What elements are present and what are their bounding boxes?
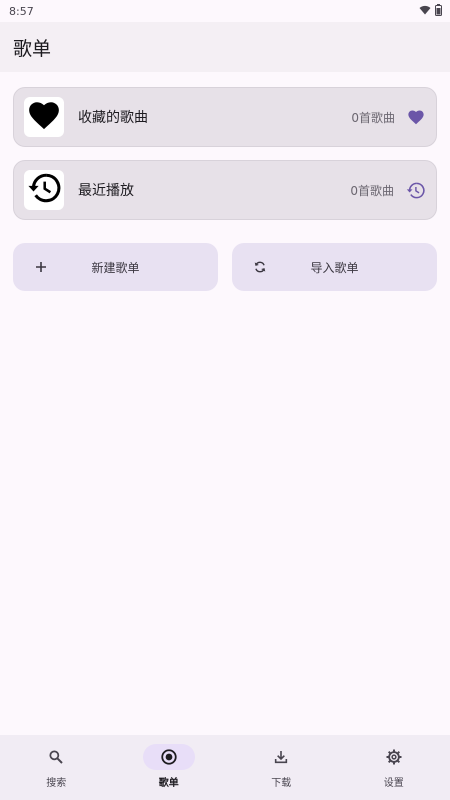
status-bar: 8:57 bbox=[0, 0, 450, 22]
wifi-icon bbox=[419, 5, 431, 18]
nav-item-downloads[interactable]: 下载 bbox=[225, 735, 338, 800]
import-playlist-button[interactable]: 导入歌单 bbox=[232, 243, 437, 291]
heart-icon bbox=[407, 109, 425, 125]
nav-item-search[interactable]: 搜索 bbox=[0, 735, 113, 800]
history-icon bbox=[27, 171, 61, 209]
top-app-bar: 歌单 bbox=[0, 22, 450, 72]
page-title: 歌单 bbox=[13, 37, 52, 60]
heart-icon bbox=[27, 99, 61, 135]
playlist-thumbnail bbox=[24, 97, 64, 137]
playlist-card-favorites[interactable]: 收藏的歌曲 0首歌曲 bbox=[13, 87, 437, 147]
sync-icon bbox=[251, 258, 269, 276]
gear-icon bbox=[368, 744, 420, 770]
nav-label-settings: 设置 bbox=[383, 778, 404, 789]
battery-icon bbox=[435, 3, 442, 19]
playlist-title: 最近播放 bbox=[78, 183, 134, 199]
new-playlist-button[interactable]: 新建歌单 bbox=[13, 243, 218, 291]
status-icons bbox=[419, 3, 442, 19]
nav-item-settings[interactable]: 设置 bbox=[338, 735, 450, 800]
nav-label-downloads: 下载 bbox=[271, 778, 292, 789]
playlist-title: 收藏的歌曲 bbox=[78, 110, 148, 126]
search-icon bbox=[30, 744, 82, 770]
playlist-song-count: 0首歌曲 bbox=[351, 110, 395, 125]
bottom-navigation: 搜索 歌单 下载 设置 bbox=[0, 735, 450, 800]
nav-label-playlists: 歌单 bbox=[158, 778, 179, 789]
playlist-thumbnail bbox=[24, 170, 64, 210]
playlist-card-recent[interactable]: 最近播放 0首歌曲 bbox=[13, 160, 437, 220]
playlist-song-count: 0首歌曲 bbox=[350, 183, 394, 198]
status-time: 8:57 bbox=[9, 4, 34, 18]
record-icon bbox=[142, 744, 195, 770]
download-icon bbox=[255, 744, 307, 770]
nav-item-playlists[interactable]: 歌单 bbox=[113, 735, 226, 800]
plus-icon bbox=[32, 258, 50, 276]
history-icon bbox=[406, 181, 425, 200]
nav-label-search: 搜索 bbox=[46, 778, 67, 789]
